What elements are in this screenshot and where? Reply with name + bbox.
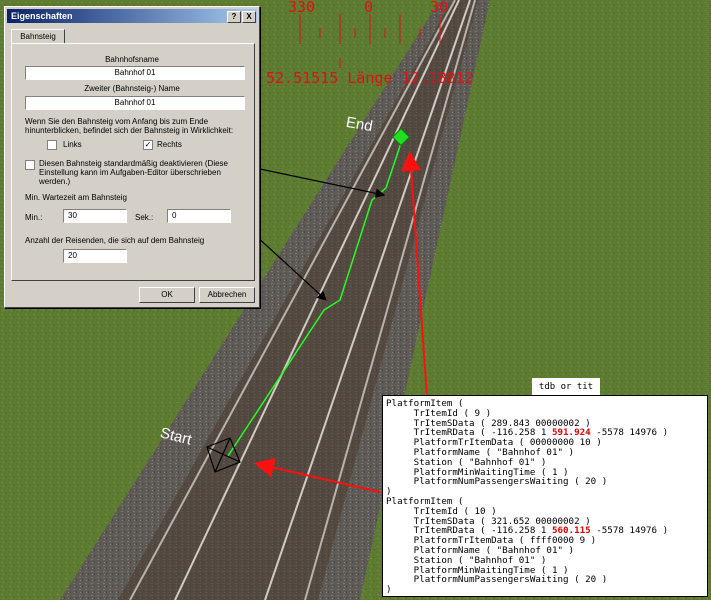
code-line: )	[386, 585, 392, 595]
code-text-rest: -5578 14976 )	[590, 427, 669, 439]
code-line: PlatformNumPassengersWaiting ( 20 )	[386, 476, 608, 488]
code-text: PlatformNumPassengersWaiting ( 20 )	[386, 476, 608, 488]
min-input[interactable]: 30	[63, 209, 127, 223]
compass-label-30: 30	[430, 0, 449, 16]
platform-name-input[interactable]: Bahnhof 01	[25, 96, 245, 110]
code-text-rest: -5578 14976 )	[590, 525, 669, 537]
station-name-label: Bahnhofsname	[105, 55, 159, 64]
help-button[interactable]: ?	[227, 11, 241, 23]
compass-label-330: 330	[288, 0, 316, 16]
code-panel: PlatformItem ( TrItemId ( 9 ) TrItemSDat…	[382, 395, 708, 597]
dialog-title-bar[interactable]: Eigenschaften ? X	[7, 9, 257, 23]
properties-dialog: Eigenschaften ? X Bahnsteig Bahnhofsname…	[4, 6, 260, 308]
checkbox-left[interactable]	[47, 140, 57, 150]
coordinate-readout: 52.51515 Länge 12.18812	[266, 69, 474, 87]
close-button[interactable]: X	[242, 11, 256, 23]
checkbox-left-label: Links	[63, 140, 82, 149]
min-wait-label: Min. Wartezeit am Bahnsteig	[25, 193, 127, 202]
code-text: )	[386, 584, 392, 596]
passengers-label: Anzahl der Reisenden, die sich auf dem B…	[25, 236, 205, 245]
code-text: PlatformNumPassengersWaiting ( 20 )	[386, 574, 608, 586]
checkbox-right[interactable]: ✓	[143, 140, 153, 150]
cancel-button[interactable]: Abbrechen	[199, 287, 255, 303]
checkbox-deactivate[interactable]	[25, 160, 35, 170]
station-name-input[interactable]: Bahnhof 01	[25, 66, 245, 80]
sec-input[interactable]: 0	[167, 209, 231, 223]
ok-button[interactable]: OK	[139, 287, 195, 303]
min-label: Min.:	[25, 213, 43, 222]
passengers-input[interactable]: 20	[63, 249, 127, 263]
tab-bahnsteig[interactable]: Bahnsteig	[11, 29, 65, 44]
side-question-text: Wenn Sie den Bahnsteig vom Anfang bis zu…	[25, 117, 234, 135]
dialog-title: Eigenschaften	[11, 11, 73, 21]
platform-name-label: Zweiter (Bahnsteig-) Name	[84, 84, 180, 93]
compass-label-0: 0	[364, 0, 374, 16]
deactivate-label: Diesen Bahnsteig standardmäßig deaktivie…	[39, 159, 228, 186]
checkbox-right-label: Rechts	[157, 140, 182, 149]
code-panel-title: tdb or tit	[532, 378, 600, 396]
sec-label: Sek.:	[135, 213, 154, 222]
code-line: PlatformNumPassengersWaiting ( 20 )	[386, 574, 608, 586]
